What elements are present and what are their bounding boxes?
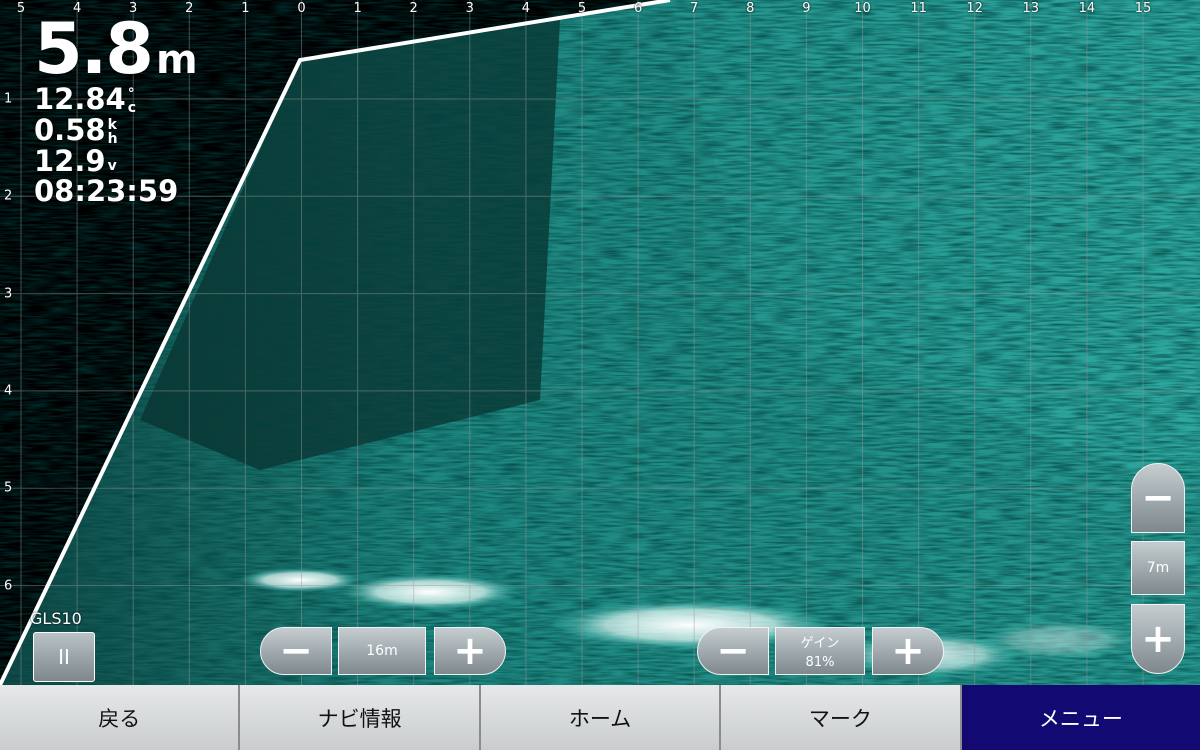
water-temperature: 12.84 ° c [34,82,198,116]
battery-voltage: 12.9 v [34,147,198,176]
home-button[interactable]: ホーム [480,685,722,750]
depth-value: 5.8 [34,8,154,90]
pause-button[interactable]: II [33,632,95,682]
range-tick-label: 3 [465,1,474,16]
range-minus-button[interactable]: − [260,627,332,675]
minus-icon: − [279,628,313,674]
range-tick-label: 1 [241,1,250,16]
range-tick-label: 5 [16,1,26,16]
range-tick-label: 12 [966,1,983,16]
menu-button[interactable]: メニュー [961,685,1200,750]
range-tick-label: 8 [746,1,755,16]
gain-plus-button[interactable]: + [872,627,944,675]
bottom-echo [340,574,520,610]
range-tick-label: 1 [353,1,362,16]
gain-minus-button[interactable]: − [697,627,769,675]
clock-time: 08:23:59 [34,174,179,208]
range-tick-label: 9 [802,1,811,16]
water-temp-value: 12.84 [34,82,126,116]
minus-icon: − [716,628,750,674]
range-value: 16m [338,627,426,675]
range-tick-label: 10 [854,1,871,16]
range-tick-label: 5 [577,1,587,16]
gain-title: ゲイン [800,636,840,651]
range-tick-label: 14 [1078,1,1096,16]
zoom-minus-button[interactable]: − [1131,463,1185,533]
navi-info-button[interactable]: ナビ情報 [240,685,481,750]
depth-readout: 5.8 m [34,14,198,84]
range-plus-button[interactable]: + [434,627,506,675]
speed-value: 0.58 [34,113,106,147]
plus-icon: + [453,628,487,674]
sonar-source-label: GLS10 [30,609,82,628]
plus-icon: + [1141,616,1175,662]
plus-icon: + [891,628,925,674]
speed-unit: k h [107,117,118,147]
depth-tick-label: 2 [4,188,13,204]
boat-speed: 0.58 k h [34,113,198,147]
range-tick-label: 4 [521,1,531,16]
zoom-plus-button[interactable]: + [1131,604,1185,674]
sonar-view[interactable]: 5 4 3 2 1 0 1 2 3 4 5 6 7 8 9 10 11 12 13 14 15 123456 5.8 m… [0,0,1200,685]
range-tick-label: 15 [1134,1,1152,16]
depth-tick-label: 5 [4,480,13,496]
water-temp-unit: ° c [127,86,137,116]
range-tick-label: 13 [1022,1,1040,16]
depth-tick-label: 4 [4,383,13,399]
depth-tick-label: 6 [4,578,13,593]
range-tick-label: 0 [297,1,306,16]
data-readout: 5.8 m 12.84 ° c 0.58 k h 12.9 v 08:23:59 [34,14,198,206]
minus-icon: − [1141,475,1175,521]
zoom-value: 7m [1131,541,1185,595]
range-tick-label: 11 [910,1,927,16]
range-tick-label: 6 [633,1,643,16]
gain-percent: 81% [805,655,835,670]
voltage-value: 12.9 [34,144,106,178]
range-tick-label: 7 [690,1,699,16]
bottom-menu-bar: 戻る ナビ情報 ホーム マーク メニュー [0,685,1200,750]
gain-value: ゲイン 81% [775,627,865,675]
back-button[interactable]: 戻る [0,685,241,750]
depth-tick-label: 1 [4,91,13,107]
depth-tick-label: 3 [4,286,13,302]
mark-button[interactable]: マーク [721,685,962,750]
voltage-unit: v [107,158,117,174]
range-tick-label: 2 [409,1,418,16]
depth-unit: m [156,37,198,83]
